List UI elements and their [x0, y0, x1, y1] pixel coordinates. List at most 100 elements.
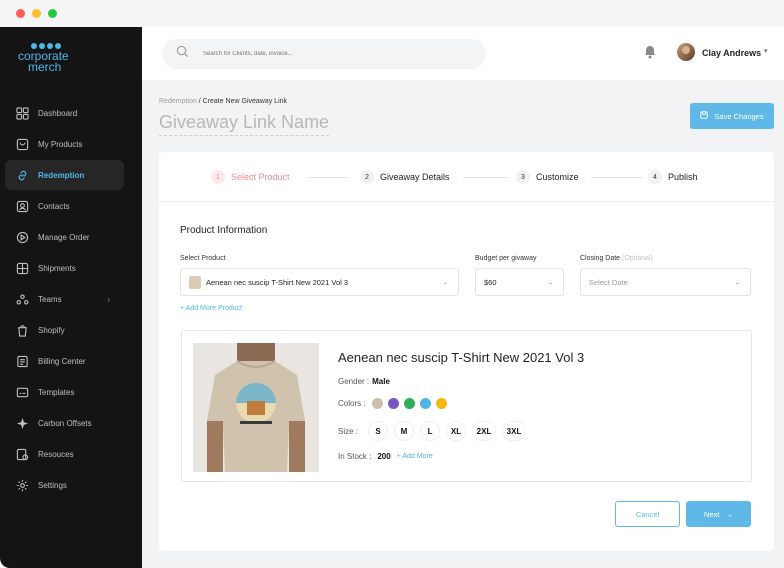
sidebar-item-label: Manage Order: [38, 232, 90, 242]
sidebar-item-manage-order[interactable]: Manage Order: [5, 222, 124, 252]
color-swatch[interactable]: [403, 398, 415, 409]
select-product-value: Aenean nec suscip T-Shirt New 2021 Vol 3: [206, 277, 349, 287]
sidebar-item-label: My Products: [38, 139, 83, 149]
billing-icon: [16, 355, 29, 368]
sidebar-item-label: Shipments: [38, 263, 76, 273]
add-more-product-link[interactable]: + Add More Product: [180, 305, 242, 312]
products-icon: [16, 138, 29, 151]
maximize-window-button[interactable]: [48, 9, 57, 18]
sidebar-item-label: Dashboard: [38, 108, 78, 118]
product-name: Aenean nec suscip T-Shirt New 2021 Vol 3: [338, 350, 585, 365]
stock-value: 200: [377, 452, 391, 461]
corporate-merch-logo[interactable]: corporate merch: [18, 43, 118, 77]
color-swatch[interactable]: [387, 398, 399, 409]
step-connector: [463, 177, 509, 178]
page-title[interactable]: Giveaway Link Name: [159, 112, 330, 136]
size-option[interactable]: 2XL: [472, 421, 497, 441]
budget-dropdown[interactable]: $60 ⌄: [475, 268, 564, 296]
sidebar-item-label: Redemption: [38, 170, 85, 180]
sidebar-item-label: Resouces: [38, 449, 74, 459]
shopify-icon: [16, 324, 29, 337]
sidebar-item-teams[interactable]: Teams ›: [5, 284, 124, 314]
order-icon: [16, 231, 29, 244]
breadcrumb: Redemption / Create New Giveaway Link: [159, 98, 287, 105]
step-customize[interactable]: 3 Customize: [516, 170, 579, 184]
gear-icon: [16, 479, 29, 492]
next-button[interactable]: Next →: [686, 501, 751, 527]
budget-value: $60: [484, 277, 497, 287]
step-label: Giveaway Details: [380, 172, 450, 182]
step-giveaway-details[interactable]: 2 Giveaway Details: [360, 170, 450, 184]
stepper: 1 Select Product 2 Giveaway Details 3 Cu…: [159, 152, 774, 202]
sidebar-item-contacts[interactable]: Contacts: [5, 191, 124, 221]
color-swatch[interactable]: [419, 398, 431, 409]
sidebar: corporate merch Dashboard My Products Re…: [0, 27, 142, 568]
color-swatch[interactable]: [371, 398, 383, 409]
sidebar-item-billing-center[interactable]: Billing Center: [5, 346, 124, 376]
giveaway-card: 1 Select Product 2 Giveaway Details 3 Cu…: [159, 152, 774, 551]
teams-icon: [16, 293, 29, 306]
close-window-button[interactable]: [16, 9, 25, 18]
sidebar-item-carbon-offsets[interactable]: Carbon Offsets: [5, 408, 124, 438]
select-product-dropdown[interactable]: Aenean nec suscip T-Shirt New 2021 Vol 3…: [180, 268, 459, 296]
closing-date-picker[interactable]: Select Date ⌄: [580, 268, 751, 296]
logo-line-2: merch: [28, 60, 62, 74]
select-product-label: Select Product: [180, 255, 226, 262]
size-option[interactable]: M: [394, 421, 415, 441]
dashboard-icon: [16, 106, 29, 120]
product-details-box: Aenean nec suscip T-Shirt New 2021 Vol 3…: [181, 330, 752, 482]
step-number: 2: [360, 170, 374, 184]
sidebar-item-label: Contacts: [38, 201, 70, 211]
closing-date-placeholder: Select Date: [589, 277, 628, 287]
size-option[interactable]: 3XL: [502, 421, 527, 441]
search-bar[interactable]: [162, 39, 486, 69]
section-title: Product Information: [180, 225, 268, 236]
title-bar: [0, 0, 784, 27]
step-select-product[interactable]: 1 Select Product: [211, 170, 290, 184]
minimize-window-button[interactable]: [32, 9, 41, 18]
size-option[interactable]: S: [368, 421, 389, 441]
chevron-down-icon: ⌄: [442, 279, 448, 286]
step-connector: [591, 177, 643, 178]
step-label: Publish: [668, 172, 698, 182]
sidebar-item-shipments[interactable]: Shipments: [5, 253, 124, 283]
chevron-down-icon: ⌄: [734, 279, 740, 286]
add-more-stock-link[interactable]: + Add More: [397, 453, 433, 460]
product-image: [193, 343, 319, 472]
breadcrumb-parent[interactable]: Redemption: [159, 98, 197, 105]
sidebar-item-label: Templates: [38, 387, 75, 397]
gender-label: Gender :: [338, 377, 370, 386]
color-swatch[interactable]: [435, 398, 447, 409]
sidebar-item-settings[interactable]: Settings: [5, 470, 124, 500]
sidebar-item-dashboard[interactable]: Dashboard: [5, 98, 124, 128]
search-input[interactable]: [203, 51, 453, 57]
bell-icon[interactable]: [644, 45, 656, 59]
sidebar-item-my-products[interactable]: My Products: [5, 129, 124, 159]
resources-icon: [16, 448, 29, 461]
top-bar: Clay Andrews ▾: [142, 27, 784, 80]
app-window: corporate merch Dashboard My Products Re…: [0, 0, 784, 568]
user-name[interactable]: Clay Andrews: [702, 48, 761, 58]
gender-row: Gender : Male: [338, 377, 390, 386]
sidebar-item-shopify[interactable]: Shopify: [5, 315, 124, 345]
step-publish[interactable]: 4 Publish: [648, 170, 698, 184]
save-changes-button[interactable]: Save Changes: [690, 103, 774, 129]
stock-row: In Stock : 200 + Add More: [338, 452, 433, 461]
chevron-down-icon[interactable]: ▾: [764, 47, 768, 55]
size-option[interactable]: L: [420, 421, 441, 441]
cancel-button[interactable]: Cancel: [615, 501, 680, 527]
sidebar-item-label: Settings: [38, 480, 67, 490]
leaf-icon: [16, 417, 29, 430]
sidebar-item-redemption[interactable]: Redemption: [5, 160, 124, 190]
chevron-right-icon: ›: [107, 294, 110, 304]
avatar[interactable]: [677, 43, 695, 61]
product-thumbnail: [189, 275, 201, 289]
optional-tag: (Optional): [622, 255, 653, 262]
link-icon: [16, 169, 29, 182]
size-option[interactable]: XL: [446, 421, 467, 441]
sidebar-item-resources[interactable]: Resouces: [5, 439, 124, 469]
sidebar-item-templates[interactable]: Templates: [5, 377, 124, 407]
sidebar-item-label: Shopify: [38, 325, 65, 335]
sidebar-item-label: Carbon Offsets: [38, 418, 92, 428]
sidebar-item-label: Billing Center: [38, 356, 86, 366]
